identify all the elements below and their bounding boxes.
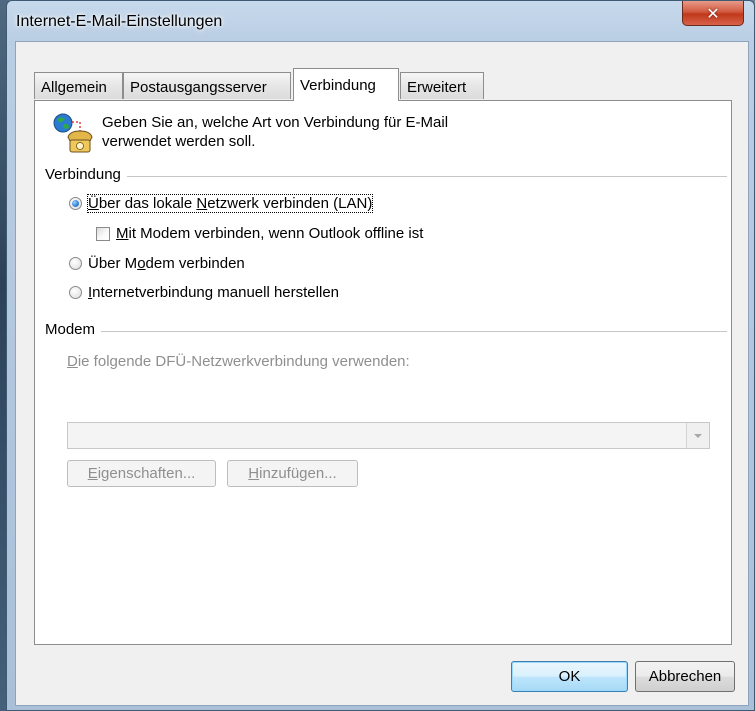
radio-modem-label[interactable]: Über Modem verbinden (88, 255, 245, 272)
checkbox-modem-offline[interactable]: Mit Modem verbinden, wenn Outlook offlin… (96, 225, 423, 242)
properties-button[interactable]: Eigenschaften... (67, 460, 216, 487)
connection-group-divider (49, 176, 727, 177)
radio-manual-button[interactable] (69, 286, 82, 299)
info-text-line2: verwendet werden soll. (102, 133, 256, 150)
radio-lan-button[interactable] (69, 197, 82, 210)
close-icon: ✕ (706, 3, 720, 23)
modem-group-label: Modem (45, 321, 102, 338)
ok-button[interactable]: OK (511, 661, 628, 692)
tab-panel-verbindung: Geben Sie an, welche Art von Verbindung … (34, 100, 732, 645)
modem-group-divider (49, 331, 727, 332)
checkbox-modem-offline-box[interactable] (96, 226, 110, 241)
dun-connection-label: Die folgende DFÜ-Netzwerkverbindung verw… (67, 353, 410, 370)
radio-modem-button[interactable] (69, 257, 82, 270)
chevron-down-icon (694, 433, 702, 438)
cancel-button[interactable]: Abbrechen (635, 661, 735, 692)
dialog-window: Internet-E-Mail-Einstellungen ✕ Allgemei… (6, 0, 755, 711)
radio-lan[interactable]: Über das lokale Netzwerk verbinden (LAN) (69, 194, 374, 213)
radio-lan-label[interactable]: Über das lokale Netzwerk verbinden (LAN) (86, 194, 374, 213)
radio-modem[interactable]: Über Modem verbinden (69, 255, 245, 272)
tab-postausgangsserver[interactable]: Postausgangsserver (123, 72, 291, 99)
tab-verbindung[interactable]: Verbindung (293, 68, 399, 101)
tab-erweitert[interactable]: Erweitert (400, 72, 484, 99)
radio-manual[interactable]: Internetverbindung manuell herstellen (69, 284, 339, 301)
globe-phone-icon (50, 111, 94, 155)
dialog-client-area: Allgemein Postausgangsserver Verbindung … (15, 41, 749, 706)
info-text: Geben Sie an, welche Art von Verbindung … (102, 113, 522, 151)
dropdown-arrow-button[interactable] (686, 423, 709, 448)
window-title: Internet-E-Mail-Einstellungen (16, 13, 223, 30)
checkbox-modem-offline-label[interactable]: Mit Modem verbinden, wenn Outlook offlin… (116, 225, 423, 242)
title-bar[interactable]: Internet-E-Mail-Einstellungen ✕ (7, 1, 754, 41)
dun-connection-select[interactable] (67, 422, 710, 449)
tab-allgemein[interactable]: Allgemein (34, 72, 123, 99)
radio-manual-label[interactable]: Internetverbindung manuell herstellen (88, 284, 339, 301)
info-text-line1: Geben Sie an, welche Art von Verbindung … (102, 114, 449, 131)
add-button[interactable]: Hinzufügen... (227, 460, 358, 487)
close-button[interactable]: ✕ (682, 1, 744, 26)
connection-group-label: Verbindung (45, 166, 127, 183)
